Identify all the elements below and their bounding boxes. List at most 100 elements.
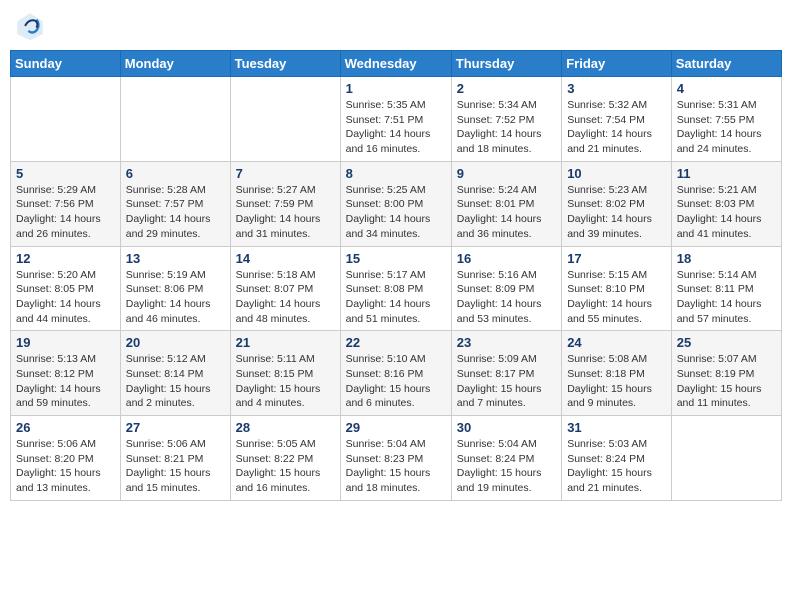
calendar-cell: 21 Sunrise: 5:11 AM Sunset: 8:15 PM Dayli… xyxy=(230,331,340,416)
calendar-cell: 29 Sunrise: 5:04 AM Sunset: 8:23 PM Dayli… xyxy=(340,416,451,501)
calendar-week-3: 19 Sunrise: 5:13 AM Sunset: 8:12 PM Dayli… xyxy=(11,331,782,416)
day-info: Sunrise: 5:06 AM Sunset: 8:21 PM Dayligh… xyxy=(126,437,225,496)
calendar-cell: 7Sunrise: 5:27 AM Sunset: 7:59 PM Daylig… xyxy=(230,161,340,246)
day-info: Sunrise: 5:12 AM Sunset: 8:14 PM Dayligh… xyxy=(126,352,225,411)
weekday-header-saturday: Saturday xyxy=(671,51,781,77)
calendar-cell: 6 Sunrise: 5:28 AM Sunset: 7:57 PM Daylig… xyxy=(120,161,230,246)
weekday-header-sunday: Sunday xyxy=(11,51,121,77)
day-info: Sunrise: 5:06 AM Sunset: 8:20 PM Dayligh… xyxy=(16,437,115,496)
calendar-cell: 19 Sunrise: 5:13 AM Sunset: 8:12 PM Dayli… xyxy=(11,331,121,416)
day-number: 12 xyxy=(16,251,115,266)
weekday-header-friday: Friday xyxy=(562,51,672,77)
calendar-cell: 5 Sunrise: 5:29 AM Sunset: 7:56 PM Daylig… xyxy=(11,161,121,246)
calendar-header: SundayMondayTuesdayWednesdayThursdayFrid… xyxy=(11,51,782,77)
day-info: Sunrise: 5:19 AM Sunset: 8:06 PM Dayligh… xyxy=(126,268,225,327)
day-number: 21 xyxy=(236,335,335,350)
day-number: 9 xyxy=(457,166,556,181)
day-number: 25 xyxy=(677,335,776,350)
day-number: 11 xyxy=(677,166,776,181)
calendar-cell: 8 Sunrise: 5:25 AM Sunset: 8:00 PM Daylig… xyxy=(340,161,451,246)
day-number: 6 xyxy=(126,166,225,181)
weekday-header-thursday: Thursday xyxy=(451,51,561,77)
day-number: 5 xyxy=(16,166,115,181)
day-number: 10 xyxy=(567,166,666,181)
day-number: 8 xyxy=(346,166,446,181)
day-number: 26 xyxy=(16,420,115,435)
calendar-cell: 30 Sunrise: 5:04 AM Sunset: 8:24 PM Dayli… xyxy=(451,416,561,501)
day-number: 24 xyxy=(567,335,666,350)
day-info: Sunrise: 5:08 AM Sunset: 8:18 PM Dayligh… xyxy=(567,352,666,411)
day-info: Sunrise: 5:28 AM Sunset: 7:57 PM Dayligh… xyxy=(126,183,225,242)
weekday-header-row: SundayMondayTuesdayWednesdayThursdayFrid… xyxy=(11,51,782,77)
day-info: Sunrise: 5:29 AM Sunset: 7:56 PM Dayligh… xyxy=(16,183,115,242)
calendar-cell: 9Sunrise: 5:24 AM Sunset: 8:01 PM Daylig… xyxy=(451,161,561,246)
day-number: 30 xyxy=(457,420,556,435)
day-number: 23 xyxy=(457,335,556,350)
calendar-cell: 15Sunrise: 5:17 AM Sunset: 8:08 PM Dayli… xyxy=(340,246,451,331)
calendar-cell: 17 Sunrise: 5:15 AM Sunset: 8:10 PM Dayli… xyxy=(562,246,672,331)
day-info: Sunrise: 5:04 AM Sunset: 8:23 PM Dayligh… xyxy=(346,437,446,496)
calendar-cell xyxy=(120,77,230,162)
calendar-cell: 2Sunrise: 5:34 AM Sunset: 7:52 PM Daylig… xyxy=(451,77,561,162)
day-info: Sunrise: 5:21 AM Sunset: 8:03 PM Dayligh… xyxy=(677,183,776,242)
calendar-cell: 11 Sunrise: 5:21 AM Sunset: 8:03 PM Dayli… xyxy=(671,161,781,246)
day-number: 27 xyxy=(126,420,225,435)
calendar: SundayMondayTuesdayWednesdayThursdayFrid… xyxy=(10,50,782,501)
calendar-cell: 20 Sunrise: 5:12 AM Sunset: 8:14 PM Dayli… xyxy=(120,331,230,416)
day-info: Sunrise: 5:13 AM Sunset: 8:12 PM Dayligh… xyxy=(16,352,115,411)
calendar-cell: 12 Sunrise: 5:20 AM Sunset: 8:05 PM Dayli… xyxy=(11,246,121,331)
day-number: 16 xyxy=(457,251,556,266)
day-info: Sunrise: 5:09 AM Sunset: 8:17 PM Dayligh… xyxy=(457,352,556,411)
calendar-body: 1Sunrise: 5:35 AM Sunset: 7:51 PM Daylig… xyxy=(11,77,782,501)
calendar-cell: 1Sunrise: 5:35 AM Sunset: 7:51 PM Daylig… xyxy=(340,77,451,162)
day-info: Sunrise: 5:27 AM Sunset: 7:59 PM Dayligh… xyxy=(236,183,335,242)
day-info: Sunrise: 5:18 AM Sunset: 8:07 PM Dayligh… xyxy=(236,268,335,327)
calendar-cell: 24 Sunrise: 5:08 AM Sunset: 8:18 PM Dayli… xyxy=(562,331,672,416)
day-info: Sunrise: 5:25 AM Sunset: 8:00 PM Dayligh… xyxy=(346,183,446,242)
day-number: 18 xyxy=(677,251,776,266)
day-number: 1 xyxy=(346,81,446,96)
calendar-week-0: 1Sunrise: 5:35 AM Sunset: 7:51 PM Daylig… xyxy=(11,77,782,162)
calendar-week-4: 26 Sunrise: 5:06 AM Sunset: 8:20 PM Dayli… xyxy=(11,416,782,501)
calendar-week-2: 12 Sunrise: 5:20 AM Sunset: 8:05 PM Dayli… xyxy=(11,246,782,331)
day-info: Sunrise: 5:15 AM Sunset: 8:10 PM Dayligh… xyxy=(567,268,666,327)
day-number: 20 xyxy=(126,335,225,350)
day-info: Sunrise: 5:20 AM Sunset: 8:05 PM Dayligh… xyxy=(16,268,115,327)
day-number: 22 xyxy=(346,335,446,350)
day-info: Sunrise: 5:04 AM Sunset: 8:24 PM Dayligh… xyxy=(457,437,556,496)
calendar-cell: 3 Sunrise: 5:32 AM Sunset: 7:54 PM Daylig… xyxy=(562,77,672,162)
calendar-cell xyxy=(11,77,121,162)
day-info: Sunrise: 5:03 AM Sunset: 8:24 PM Dayligh… xyxy=(567,437,666,496)
day-number: 17 xyxy=(567,251,666,266)
day-info: Sunrise: 5:32 AM Sunset: 7:54 PM Dayligh… xyxy=(567,98,666,157)
calendar-cell: 4 Sunrise: 5:31 AM Sunset: 7:55 PM Daylig… xyxy=(671,77,781,162)
calendar-week-1: 5 Sunrise: 5:29 AM Sunset: 7:56 PM Daylig… xyxy=(11,161,782,246)
page-header xyxy=(10,10,782,42)
day-number: 28 xyxy=(236,420,335,435)
day-info: Sunrise: 5:11 AM Sunset: 8:15 PM Dayligh… xyxy=(236,352,335,411)
logo-icon xyxy=(14,10,46,42)
day-number: 15 xyxy=(346,251,446,266)
day-info: Sunrise: 5:31 AM Sunset: 7:55 PM Dayligh… xyxy=(677,98,776,157)
day-number: 4 xyxy=(677,81,776,96)
calendar-cell xyxy=(671,416,781,501)
calendar-cell xyxy=(230,77,340,162)
calendar-cell: 10 Sunrise: 5:23 AM Sunset: 8:02 PM Dayli… xyxy=(562,161,672,246)
logo xyxy=(14,10,50,42)
calendar-cell: 26 Sunrise: 5:06 AM Sunset: 8:20 PM Dayli… xyxy=(11,416,121,501)
calendar-cell: 28Sunrise: 5:05 AM Sunset: 8:22 PM Dayli… xyxy=(230,416,340,501)
day-info: Sunrise: 5:14 AM Sunset: 8:11 PM Dayligh… xyxy=(677,268,776,327)
day-info: Sunrise: 5:23 AM Sunset: 8:02 PM Dayligh… xyxy=(567,183,666,242)
day-info: Sunrise: 5:10 AM Sunset: 8:16 PM Dayligh… xyxy=(346,352,446,411)
day-number: 19 xyxy=(16,335,115,350)
weekday-header-tuesday: Tuesday xyxy=(230,51,340,77)
calendar-cell: 23 Sunrise: 5:09 AM Sunset: 8:17 PM Dayli… xyxy=(451,331,561,416)
calendar-cell: 18 Sunrise: 5:14 AM Sunset: 8:11 PM Dayli… xyxy=(671,246,781,331)
calendar-cell: 22 Sunrise: 5:10 AM Sunset: 8:16 PM Dayli… xyxy=(340,331,451,416)
calendar-cell: 16Sunrise: 5:16 AM Sunset: 8:09 PM Dayli… xyxy=(451,246,561,331)
day-number: 3 xyxy=(567,81,666,96)
day-info: Sunrise: 5:34 AM Sunset: 7:52 PM Dayligh… xyxy=(457,98,556,157)
calendar-cell: 27 Sunrise: 5:06 AM Sunset: 8:21 PM Dayli… xyxy=(120,416,230,501)
calendar-cell: 14Sunrise: 5:18 AM Sunset: 8:07 PM Dayli… xyxy=(230,246,340,331)
day-number: 29 xyxy=(346,420,446,435)
